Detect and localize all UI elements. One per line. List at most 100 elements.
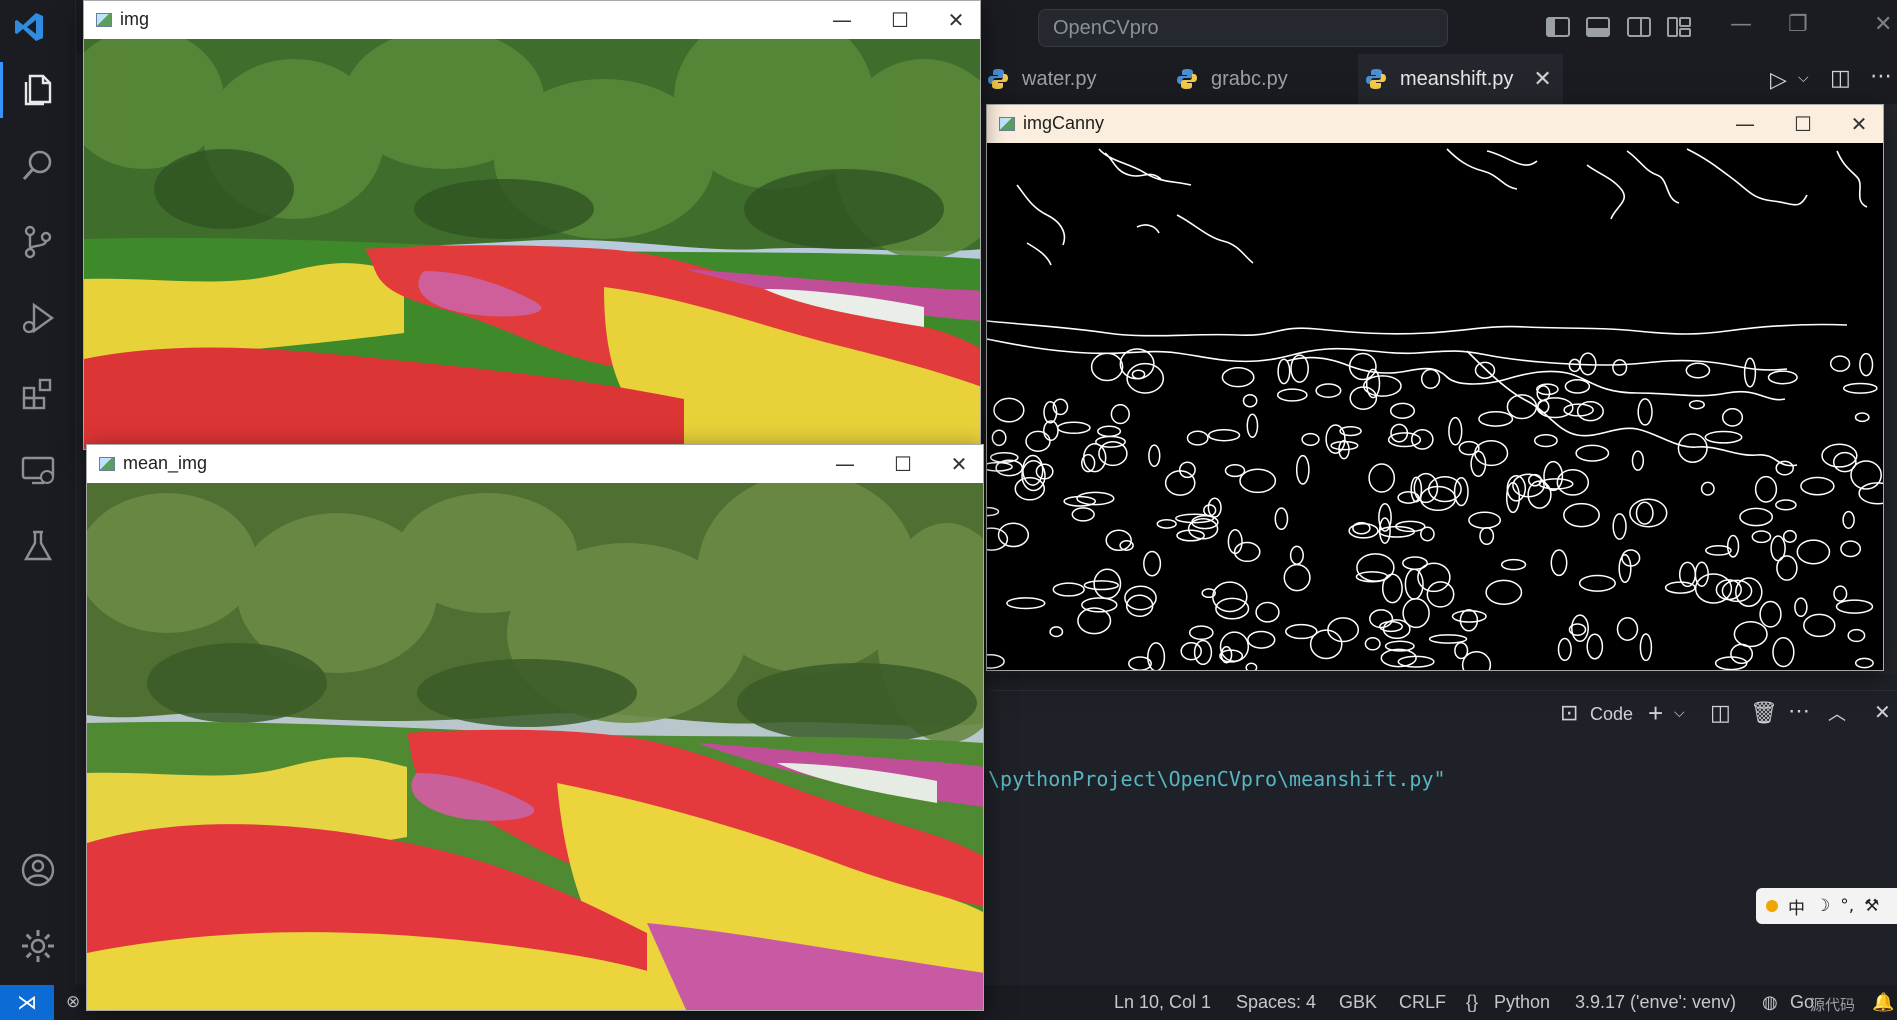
trash-icon[interactable]: 🗑: [1750, 700, 1778, 726]
edge-contour: [987, 527, 1009, 551]
close-icon[interactable]: ✕: [1874, 700, 1891, 725]
explorer-icon[interactable]: [0, 52, 76, 128]
edge-contour: [1180, 642, 1202, 661]
line-ending[interactable]: CRLF: [1399, 992, 1446, 1013]
imgcanny-window[interactable]: imgCanny — ☐ ✕: [986, 104, 1884, 671]
toggle-panel-icon[interactable]: [1584, 13, 1612, 45]
edge-contour: [1164, 470, 1196, 496]
search-icon[interactable]: [0, 128, 76, 204]
terminal-panel[interactable]: [990, 690, 1897, 985]
maximize-icon[interactable]: ☐: [1783, 109, 1823, 139]
edge-contour: [1635, 501, 1654, 525]
customize-layout-icon[interactable]: [1665, 13, 1693, 45]
extensions-icon[interactable]: [0, 356, 76, 432]
accounts-icon[interactable]: [0, 832, 76, 908]
minimize-icon[interactable]: —: [1725, 109, 1765, 139]
tab-water-py[interactable]: water.py: [980, 54, 1150, 104]
source-control-icon[interactable]: [0, 204, 76, 280]
edge-contour: [1420, 368, 1441, 390]
edge-contour: [1704, 430, 1743, 444]
remote-indicator-icon[interactable]: ⋊: [0, 985, 54, 1020]
edge-contour: [1212, 581, 1248, 613]
edge-contour: [1090, 352, 1124, 382]
window-titlebar[interactable]: mean_img — ☐ ✕: [87, 445, 983, 483]
chevron-down-icon[interactable]: ⌵: [1674, 704, 1685, 721]
wrench-icon[interactable]: ⚒: [1864, 896, 1879, 916]
status-extra: 源代码: [1810, 997, 1856, 1014]
edge-contour: [1568, 358, 1581, 373]
manage-gear-icon[interactable]: [0, 908, 76, 984]
minimize-icon[interactable]: —: [822, 5, 862, 35]
maximize-icon[interactable]: ☐: [883, 449, 923, 479]
encoding[interactable]: GBK: [1339, 992, 1377, 1013]
terminal-profile-label[interactable]: Code: [1590, 704, 1633, 725]
toggle-primary-sidebar-icon[interactable]: [1544, 13, 1572, 45]
close-icon[interactable]: ✕: [936, 5, 976, 35]
more-actions-icon[interactable]: ⋯: [1870, 64, 1892, 89]
window-titlebar[interactable]: imgCanny — ☐ ✕: [987, 105, 1883, 143]
punctuation-icon[interactable]: °,: [1840, 896, 1854, 916]
maximize-icon[interactable]: ☐: [880, 5, 920, 35]
img-window[interactable]: img — ☐ ✕: [83, 0, 981, 450]
minimize-icon[interactable]: —: [825, 449, 865, 479]
close-icon[interactable]: ✕: [1533, 66, 1551, 92]
edge-contour: [1097, 425, 1122, 438]
edge-contour: [1536, 383, 1559, 396]
editor-tabbar: water.py grabc.py meanshift.py ✕: [980, 54, 1897, 104]
tulip-photo: [84, 39, 980, 449]
language-mode[interactable]: Python: [1494, 992, 1550, 1013]
python-interpreter[interactable]: 3.9.17 ('enve': venv): [1575, 992, 1736, 1013]
run-icon[interactable]: ▷: [1770, 68, 1787, 93]
edge-contour: [1301, 432, 1320, 446]
braces-icon[interactable]: {}: [1466, 992, 1478, 1013]
edge-contour: [1454, 641, 1469, 660]
toggle-secondary-sidebar-icon[interactable]: [1625, 13, 1653, 45]
problems-icon[interactable]: ⊗: [66, 992, 80, 1012]
mean-img-window[interactable]: mean_img — ☐ ✕: [86, 444, 984, 1011]
edge-contour: [1242, 393, 1258, 408]
run-debug-icon[interactable]: [0, 280, 76, 356]
minimize-icon[interactable]: —: [1730, 12, 1752, 37]
copilot-icon[interactable]: ◍: [1762, 992, 1778, 1013]
edge-contour: [1006, 597, 1046, 610]
edge-contour: [1533, 433, 1558, 448]
remote-explorer-icon[interactable]: [0, 432, 76, 508]
chevron-down-icon[interactable]: ⌵: [1798, 70, 1809, 86]
meanshift-filtered-photo: [87, 483, 983, 1010]
restore-icon[interactable]: ❐: [1788, 12, 1808, 37]
command-center[interactable]: OpenCVpro: [1038, 9, 1448, 47]
tab-meanshift-py[interactable]: meanshift.py ✕: [1358, 54, 1563, 104]
desktop: Fi OpenCVpro — ❐ ✕: [0, 0, 1897, 1020]
edge-contour: [1751, 530, 1772, 544]
tab-label: water.py: [1022, 67, 1097, 90]
split-terminal-icon[interactable]: ◫: [1710, 700, 1731, 726]
tab-grabc-py[interactable]: grabc.py: [1169, 54, 1339, 104]
close-icon[interactable]: ✕: [1839, 109, 1879, 139]
more-actions-icon[interactable]: ⋯: [1788, 698, 1810, 724]
python-file-icon: [1177, 69, 1197, 89]
edge-contour: [1854, 657, 1874, 669]
close-icon[interactable]: ✕: [939, 449, 979, 479]
moon-icon[interactable]: ☽: [1815, 896, 1830, 916]
notifications-icon[interactable]: 🔔: [1872, 992, 1894, 1013]
edge-contour: [1688, 399, 1705, 410]
edge-contour: [1858, 482, 1883, 505]
indentation[interactable]: Spaces: 4: [1236, 992, 1316, 1013]
edge-contour: [1125, 594, 1154, 618]
testing-icon[interactable]: [0, 508, 76, 584]
edge-contour: [1637, 398, 1653, 426]
edge-contour: [1759, 600, 1782, 628]
edge-contour: [1612, 513, 1627, 540]
chevron-up-icon[interactable]: ︿: [1828, 700, 1846, 726]
edge-contour: [1474, 361, 1496, 379]
close-icon[interactable]: ✕: [1874, 12, 1892, 37]
window-titlebar[interactable]: img — ☐ ✕: [84, 1, 980, 39]
ime-toolbar[interactable]: 中 ☽ °, ⚒: [1756, 888, 1897, 924]
add-terminal-icon[interactable]: +: [1648, 698, 1663, 729]
cursor-position[interactable]: Ln 10, Col 1: [1114, 992, 1211, 1013]
edge-contour: [1770, 535, 1786, 562]
edge-contour: [1315, 383, 1342, 398]
ime-mode[interactable]: 中: [1788, 894, 1805, 919]
split-editor-icon[interactable]: ◫: [1830, 66, 1851, 91]
edge-contour: [1285, 623, 1318, 640]
